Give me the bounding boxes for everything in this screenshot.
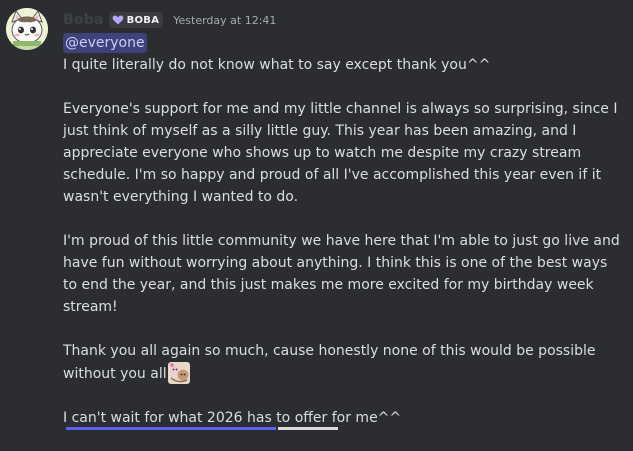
text-line: wasn't everything I wanted to do. [63,189,299,205]
text-line: appreciate everyone who shows up to watc… [63,145,582,161]
text-line: just think of myself as a silly little g… [63,123,577,139]
avatar[interactable] [6,8,48,50]
everyone-mention[interactable]: @everyone [63,33,147,53]
hug-emoji-icon[interactable] [167,362,190,384]
message-paragraph: I'm proud of this little community we ha… [63,230,623,318]
message-timestamp: Yesterday at 12:41 [173,13,277,27]
message-paragraph: I quite literally do not know what to sa… [63,54,623,76]
message-paragraph: Everyone's support for me and my little … [63,98,623,208]
heart-icon [112,15,123,25]
clan-tag[interactable]: BOBA [108,12,164,28]
text-line: Everyone's support for me and my little … [63,101,618,117]
cat-avatar-icon [6,8,48,50]
chat-message: Boba BOBA Yesterday at 12:41 @everyone I… [0,0,633,430]
text-line: I can't wait for what 2026 has to offer … [63,410,402,426]
message-content: @everyone I quite literally do not know … [63,32,623,451]
text-fragment: without you all [63,366,167,382]
text-line-with-emoji: without you all [63,362,623,385]
clan-tag-label: BOBA [126,14,160,26]
username[interactable]: Boba [63,12,104,28]
message-header: Boba BOBA Yesterday at 12:41 [63,11,276,29]
text-line: stream! [63,299,118,315]
text-line: I quite literally do not know what to sa… [63,57,491,73]
message-paragraph: Thank you all again so much, cause hones… [63,340,623,385]
text-line: I'm proud of this little community we ha… [63,233,620,249]
text-line: have fun without worrying about anything… [63,255,608,271]
text-line: schedule. I'm so happy and proud of all … [63,167,602,183]
text-line: Thank you all again so much, cause hones… [63,343,596,359]
message-paragraph: I can't wait for what 2026 has to offer … [63,407,623,429]
text-line: to end the year, and this just makes me … [63,277,594,293]
